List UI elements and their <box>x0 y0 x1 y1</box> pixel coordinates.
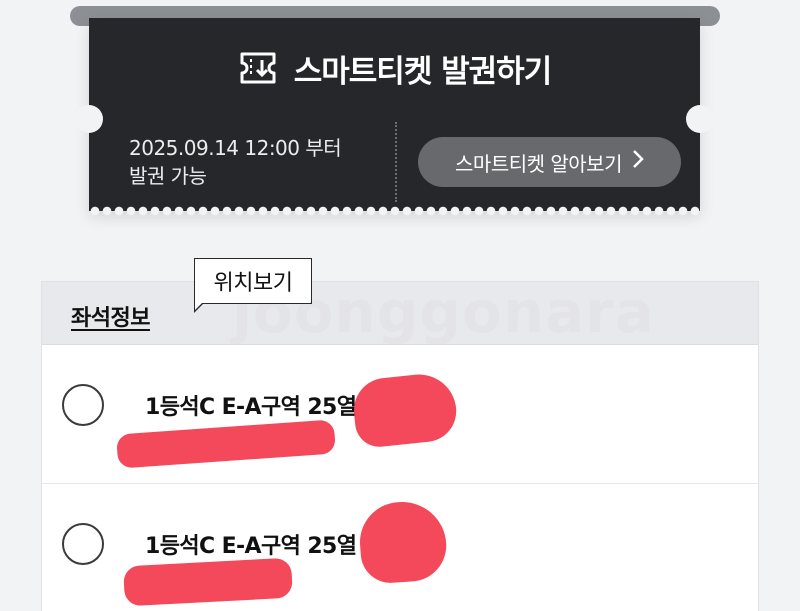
page: 스마트티켓 발권하기 2025.09.14 12:00 부터 발권 가능 스마트… <box>0 0 800 611</box>
ticket-notch-left <box>75 105 103 133</box>
ticket-title: 스마트티켓 발권하기 <box>293 53 552 90</box>
issue-status-line: 발권 가능 <box>129 164 207 188</box>
seat-label: 1등석C E-A구역 25열 <box>145 395 357 420</box>
seat-info-title[interactable]: 좌석정보 <box>71 300 150 332</box>
seat-row[interactable]: 1등석C E-A구역 25열 <box>42 484 758 611</box>
tooltip-tail-inner <box>195 302 203 310</box>
issue-date-line: 2025.09.14 12:00 부터 <box>129 136 342 160</box>
seat-radio-button[interactable] <box>62 523 104 565</box>
ticket-download-icon <box>238 50 278 86</box>
seat-info-header: 좌석정보 <box>42 282 758 345</box>
redaction-mark <box>123 557 293 607</box>
chevron-right-icon <box>632 149 644 175</box>
ticket-notch-right <box>686 105 714 133</box>
view-location-tooltip[interactable]: 위치보기 <box>194 258 312 304</box>
seat-label: 1등석C E-A구역 25열 <box>145 534 357 559</box>
issue-availability-text: 2025.09.14 12:00 부터 발권 가능 <box>129 134 379 190</box>
redaction-mark <box>116 419 336 469</box>
learn-smart-ticket-label: 스마트티켓 알아보기 <box>455 151 622 176</box>
seat-row[interactable]: 1등석C E-A구역 25열 <box>42 345 758 484</box>
ticket-title-row[interactable]: 스마트티켓 발권하기 <box>89 48 700 90</box>
seat-info-panel: 좌석정보 1등석C E-A구역 25열 1등석C E-A구역 25열 <box>41 281 759 611</box>
ticket-scallop-edge <box>89 206 700 216</box>
redaction-mark <box>350 370 460 450</box>
seat-radio-button[interactable] <box>62 384 104 426</box>
smart-ticket-card: 스마트티켓 발권하기 2025.09.14 12:00 부터 발권 가능 스마트… <box>75 18 714 216</box>
ticket-divider <box>395 122 397 202</box>
learn-smart-ticket-button[interactable]: 스마트티켓 알아보기 <box>418 137 681 187</box>
redaction-mark <box>357 499 449 585</box>
